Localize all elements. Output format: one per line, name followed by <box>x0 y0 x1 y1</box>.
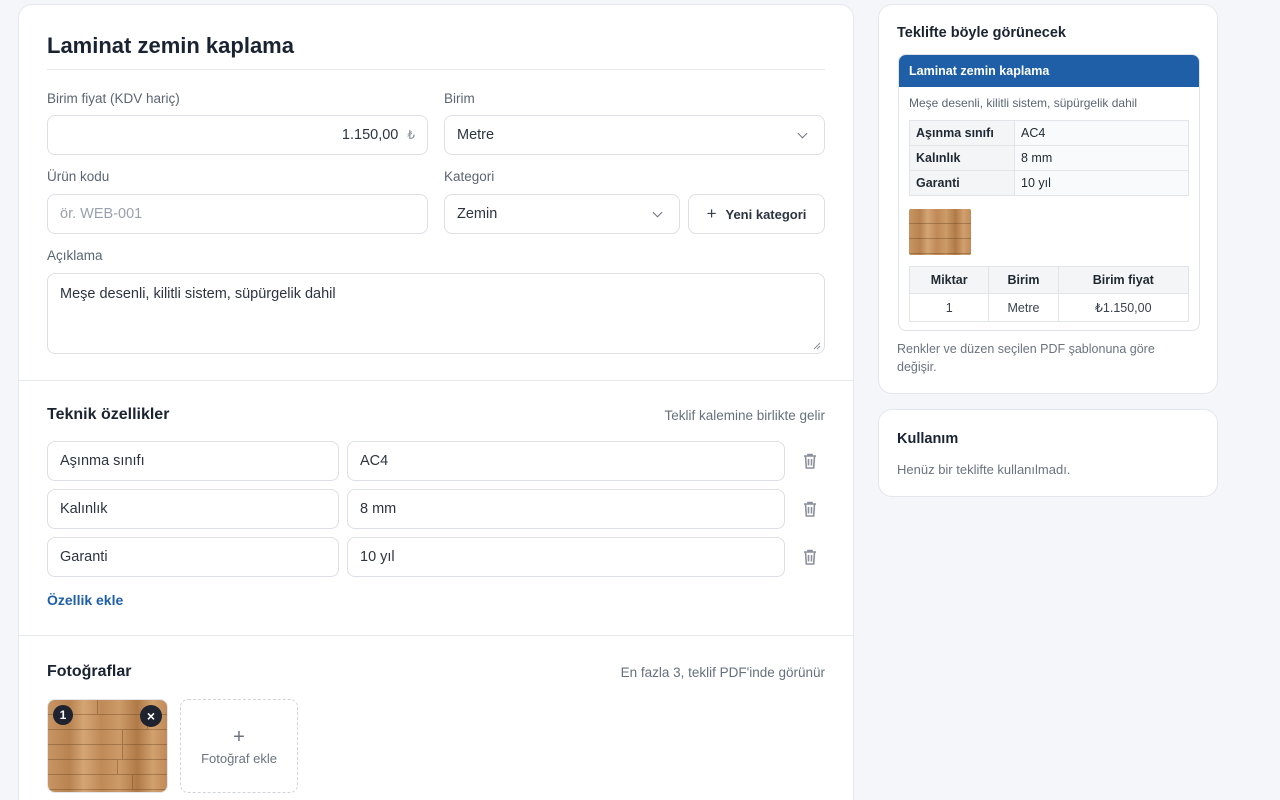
spec-value-input[interactable]: 8 mm <box>347 489 785 529</box>
product-editor-card: Laminat zemin kaplama Birim fiyat (KDV h… <box>18 4 854 800</box>
plus-icon: + <box>706 204 717 223</box>
preview-spec-name: Kalınlık <box>909 145 1015 171</box>
spec-name-value: Aşınma sınıfı <box>60 453 145 469</box>
preview-spec-row: Aşınma sınıfı AC4 <box>909 120 1189 146</box>
preview-cell: ₺1.150,00 <box>1057 293 1190 322</box>
plus-icon: + <box>233 725 245 748</box>
add-photo-button[interactable]: + Fotoğraf ekle <box>180 699 298 793</box>
preview-table-row: 1 Metre ₺1.150,00 <box>908 293 1190 322</box>
page-title: Laminat zemin kaplama <box>47 33 294 58</box>
chevron-down-icon <box>797 128 808 139</box>
product-code-placeholder: ör. WEB-001 <box>60 206 143 222</box>
quote-preview: Laminat zemin kaplama Meşe desenli, kili… <box>898 54 1200 331</box>
remove-photo-button[interactable]: × <box>140 705 162 727</box>
section-divider <box>19 380 853 381</box>
photo-thumbnail[interactable]: 1 × <box>47 699 168 793</box>
category-value: Zemin <box>457 206 498 222</box>
unit-select[interactable]: Metre <box>444 115 825 155</box>
preview-cell: 1 <box>908 293 990 322</box>
preview-description: Meşe desenli, kilitli sistem, süpürgelik… <box>909 96 1138 110</box>
trash-icon[interactable] <box>803 453 817 469</box>
title-divider <box>47 69 825 70</box>
description-value: Meşe desenli, kilitli sistem, süpürgelik… <box>60 286 336 302</box>
preview-specs-table: Aşınma sınıfı AC4 Kalınlık 8 mm Garanti … <box>909 120 1189 196</box>
trash-icon[interactable] <box>803 549 817 565</box>
trash-icon[interactable] <box>803 501 817 517</box>
price-label: Birim fiyat (KDV hariç) <box>47 91 180 106</box>
specs-hint: Teklif kalemine birlikte gelir <box>664 408 825 423</box>
new-category-label: Yeni kategori <box>725 206 807 222</box>
preview-col-header: Miktar <box>908 266 990 294</box>
price-value: 1.150,00 <box>341 127 399 143</box>
preview-price-table: Miktar Birim Birim fiyat 1 Metre ₺1.150,… <box>908 266 1190 322</box>
usage-card: Kullanım Henüz bir teklifte kullanılmadı… <box>878 409 1218 497</box>
product-code-input[interactable]: ör. WEB-001 <box>47 194 428 234</box>
spec-value-text: 8 mm <box>360 501 397 517</box>
spec-value-text: 10 yıl <box>360 549 395 565</box>
preview-spec-value: 10 yıl <box>1014 170 1189 196</box>
preview-table-header: Miktar Birim Birim fiyat <box>908 266 1190 294</box>
preview-card: Teklifte böyle görünecek Laminat zemin k… <box>878 4 1218 394</box>
preview-note: Renkler ve düzen seçilen PDF şablonuna g… <box>897 342 1155 374</box>
spec-name-value: Kalınlık <box>60 501 108 517</box>
chevron-down-icon <box>652 207 663 218</box>
preview-photo <box>909 209 971 255</box>
preview-spec-value: 8 mm <box>1014 145 1189 171</box>
preview-spec-name: Aşınma sınıfı <box>909 120 1015 146</box>
preview-spec-row: Kalınlık 8 mm <box>909 145 1189 171</box>
preview-spec-name: Garanti <box>909 170 1015 196</box>
add-photo-label: Fotoğraf ekle <box>201 750 277 766</box>
spec-name-input[interactable]: Garanti <box>47 537 339 577</box>
spec-name-value: Garanti <box>60 549 108 565</box>
spec-value-input[interactable]: 10 yıl <box>347 537 785 577</box>
preview-col-header: Birim fiyat <box>1057 266 1190 294</box>
usage-text: Henüz bir teklifte kullanılmadı. <box>897 462 1071 477</box>
preview-spec-row: Garanti 10 yıl <box>909 170 1189 196</box>
preview-header: Laminat zemin kaplama <box>899 55 1199 87</box>
description-label: Açıklama <box>47 248 103 263</box>
spec-value-text: AC4 <box>360 453 389 469</box>
resize-handle-icon[interactable] <box>813 342 821 350</box>
spec-name-input[interactable]: Aşınma sınıfı <box>47 441 339 481</box>
section-divider <box>19 635 853 636</box>
preview-cell: Metre <box>988 293 1059 322</box>
code-label: Ürün kodu <box>47 169 110 184</box>
specs-title: Teknik özellikler <box>47 406 170 423</box>
category-select[interactable]: Zemin <box>444 194 680 234</box>
spec-name-input[interactable]: Kalınlık <box>47 489 339 529</box>
usage-title: Kullanım <box>897 431 959 447</box>
unit-label: Birim <box>444 91 475 106</box>
category-label: Kategori <box>444 169 495 184</box>
preview-title: Teklifte böyle görünecek <box>897 25 1066 41</box>
currency-symbol: ₺ <box>407 128 415 142</box>
preview-spec-value: AC4 <box>1014 120 1189 146</box>
spec-value-input[interactable]: AC4 <box>347 441 785 481</box>
photo-order-badge: 1 <box>53 705 73 725</box>
new-category-button[interactable]: + Yeni kategori <box>688 194 825 234</box>
preview-col-header: Birim <box>988 266 1059 294</box>
price-input[interactable]: 1.150,00 ₺ <box>47 115 428 155</box>
photos-hint: En fazla 3, teklif PDF'inde görünür <box>620 665 825 680</box>
photos-title: Fotoğraflar <box>47 663 132 680</box>
description-textarea[interactable]: Meşe desenli, kilitli sistem, süpürgelik… <box>47 273 825 354</box>
unit-value: Metre <box>457 127 495 143</box>
add-spec-link[interactable]: Özellik ekle <box>47 592 123 608</box>
